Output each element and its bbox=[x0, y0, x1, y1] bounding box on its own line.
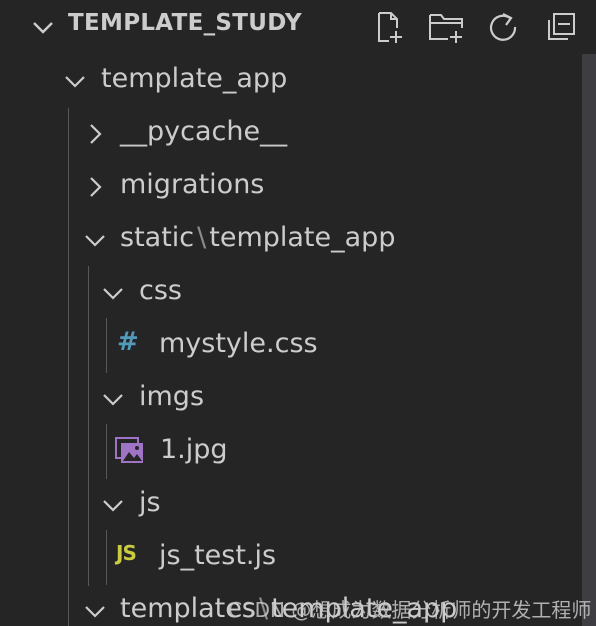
chevron-down-icon bbox=[65, 76, 85, 88]
path-separator: \ bbox=[197, 222, 207, 253]
chevron-down-icon bbox=[103, 394, 123, 406]
folder-label: migrations bbox=[120, 169, 265, 200]
tree-folder-template-app[interactable]: template_app bbox=[0, 54, 582, 107]
css-file-icon: # bbox=[117, 327, 139, 357]
new-folder-button[interactable] bbox=[428, 8, 466, 46]
folder-label-part: static bbox=[120, 222, 195, 253]
folder-label: js bbox=[139, 487, 161, 518]
tree-folder-migrations[interactable]: migrations bbox=[0, 160, 582, 213]
tree-folder-js[interactable]: js bbox=[0, 478, 582, 531]
chevron-down-icon bbox=[85, 235, 105, 247]
tree-file-1-jpg[interactable]: 1.jpg bbox=[0, 425, 582, 478]
folder-label: css bbox=[139, 275, 182, 306]
explorer-panel: TEMPLATE_STUDY template_app __pycache__ … bbox=[0, 0, 596, 626]
new-file-icon bbox=[378, 12, 402, 43]
tree-folder-imgs[interactable]: imgs bbox=[0, 372, 582, 425]
tree-folder-static-template-app[interactable]: static \ template_app bbox=[0, 213, 582, 266]
chevron-down-icon[interactable] bbox=[30, 14, 56, 40]
file-label: 1.jpg bbox=[160, 434, 228, 465]
collapse-all-icon bbox=[548, 13, 575, 40]
chevron-down-icon bbox=[103, 288, 123, 300]
vertical-scrollbar[interactable] bbox=[582, 54, 596, 626]
chevron-down-icon bbox=[85, 606, 105, 618]
js-file-icon: JS bbox=[116, 541, 137, 565]
tree-file-js-test[interactable]: JS js_test.js bbox=[0, 531, 582, 584]
folder-label: __pycache__ bbox=[120, 116, 288, 147]
collapse-all-button[interactable] bbox=[542, 8, 580, 46]
refresh-icon bbox=[489, 13, 517, 41]
file-label: mystyle.css bbox=[159, 328, 318, 359]
section-title: TEMPLATE_STUDY bbox=[68, 10, 302, 36]
explorer-section-header[interactable]: TEMPLATE_STUDY bbox=[0, 0, 596, 54]
watermark-text: CSDN @想成为数据分析师的开发工程师 bbox=[228, 598, 592, 622]
chevron-right-icon bbox=[90, 124, 102, 144]
new-folder-icon bbox=[429, 14, 463, 43]
chevron-right-icon bbox=[90, 177, 102, 197]
chevron-down-icon bbox=[103, 500, 123, 512]
folder-label: template_app bbox=[101, 63, 288, 94]
file-label: js_test.js bbox=[159, 540, 277, 571]
tree-folder-pycache[interactable]: __pycache__ bbox=[0, 107, 582, 160]
tree-folder-css[interactable]: css bbox=[0, 266, 582, 319]
refresh-button[interactable] bbox=[484, 8, 522, 46]
folder-label-part: template_app bbox=[209, 222, 396, 253]
new-file-button[interactable] bbox=[370, 8, 408, 46]
image-file-icon bbox=[115, 437, 143, 463]
tree-file-mystyle-css[interactable]: # mystyle.css bbox=[0, 319, 582, 372]
folder-label: imgs bbox=[139, 381, 205, 412]
folder-label: static \ template_app bbox=[120, 222, 395, 253]
